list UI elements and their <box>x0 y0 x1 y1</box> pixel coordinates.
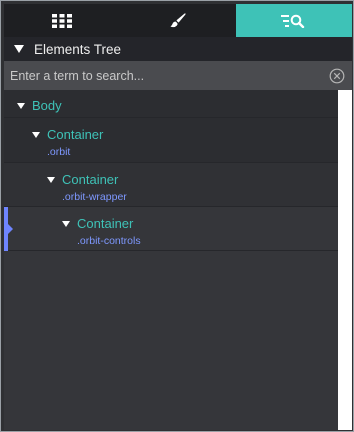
grid-icon <box>52 13 72 28</box>
tree-node-class: .orbit-wrapper <box>62 191 127 203</box>
tree-node-label: Container <box>62 172 119 187</box>
collapse-toggle-icon[interactable] <box>62 220 70 227</box>
collapse-toggle-icon[interactable] <box>32 131 40 138</box>
tab-elements-tree[interactable] <box>236 4 352 37</box>
tree-search-icon <box>281 14 307 28</box>
tree-node-class: .orbit <box>47 146 71 158</box>
collapse-toggle-icon[interactable] <box>47 176 55 183</box>
elements-tree: Body Container .orbit Container .orbit-w… <box>4 90 338 430</box>
elements-tree-title: Elements Tree <box>34 41 122 57</box>
tree-node-container-orbit-wrapper[interactable]: Container .orbit-wrapper <box>4 163 338 207</box>
tree-node-label: Container <box>77 216 134 231</box>
tree-node-label: Body <box>32 98 62 113</box>
tree-scrollbar[interactable] <box>338 90 352 430</box>
search-input[interactable] <box>10 68 328 83</box>
tab-style[interactable] <box>120 4 236 37</box>
tree-node-body[interactable]: Body <box>4 90 338 118</box>
collapse-toggle-icon[interactable] <box>17 102 25 109</box>
elements-panel: Elements Tree Body Container .orbit <box>0 0 354 432</box>
elements-tree-header[interactable]: Elements Tree <box>4 37 352 61</box>
brush-icon <box>169 12 187 30</box>
clear-search-icon[interactable] <box>328 67 346 85</box>
tree-node-class: .orbit-controls <box>77 235 141 247</box>
tree-node-container-orbit-controls[interactable]: Container .orbit-controls <box>4 207 338 251</box>
tree-node-label: Container <box>47 127 104 142</box>
tree-node-container-orbit[interactable]: Container .orbit <box>4 118 338 163</box>
selection-arrow-icon <box>8 224 13 234</box>
caret-down-icon[interactable] <box>14 45 24 53</box>
search-bar <box>4 61 352 90</box>
tab-grid[interactable] <box>4 4 120 37</box>
panel-tabs <box>4 4 352 37</box>
